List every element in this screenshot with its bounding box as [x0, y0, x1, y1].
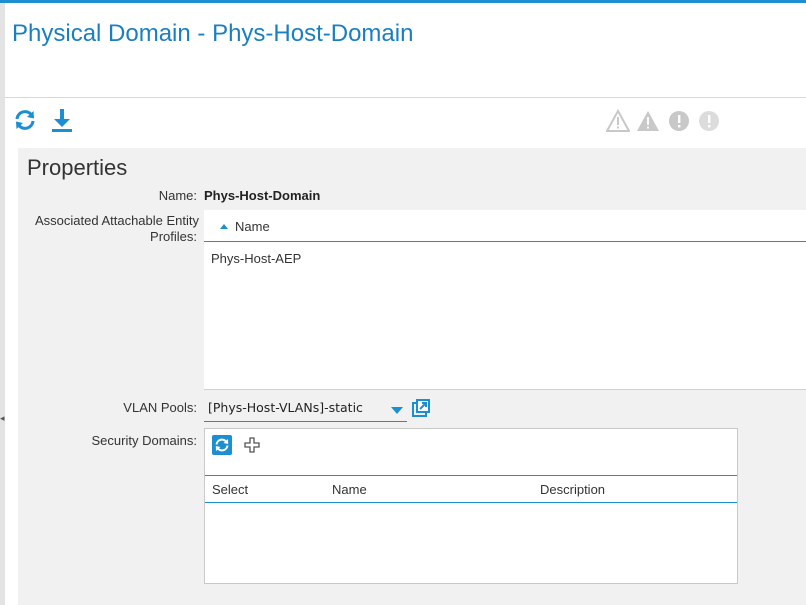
left-panel-edge[interactable]	[0, 3, 5, 605]
chevron-down-icon	[391, 407, 403, 414]
security-domains-table: Select Name Description	[204, 428, 738, 584]
aep-table: Name Phys-Host-AEP	[204, 210, 806, 390]
plus-icon	[244, 437, 260, 453]
refresh-icon	[215, 438, 229, 452]
refresh-icon	[15, 110, 35, 130]
security-table-header: Select Name Description	[205, 475, 737, 503]
aep-column-name[interactable]: Name	[235, 219, 270, 234]
column-header-name[interactable]: Name	[332, 482, 367, 497]
aep-label-line2: Profiles:	[150, 229, 197, 244]
security-add-button[interactable]	[243, 436, 261, 454]
column-header-select[interactable]: Select	[212, 482, 248, 497]
properties-title: Properties	[27, 155, 128, 180]
vlan-pools-select[interactable]: [Phys-Host-VLANs]-static	[204, 397, 407, 422]
security-domains-label: Security Domains:	[91, 433, 197, 448]
download-button[interactable]	[48, 106, 76, 134]
critical-fault-icon[interactable]	[605, 108, 631, 133]
refresh-button[interactable]	[11, 106, 39, 134]
minor-fault-icon[interactable]	[667, 109, 691, 133]
aep-table-header[interactable]: Name	[204, 210, 806, 242]
collapse-arrow-icon[interactable]: ◂	[0, 412, 5, 426]
top-accent-bar	[0, 0, 806, 3]
title-divider	[5, 97, 806, 98]
vlan-pools-open-button[interactable]	[411, 398, 431, 418]
name-label: Name:	[158, 188, 197, 203]
warning-fault-icon[interactable]	[697, 109, 721, 133]
security-refresh-button[interactable]	[212, 435, 232, 455]
column-header-description[interactable]: Description	[540, 482, 605, 497]
sort-ascending-icon	[220, 224, 228, 229]
name-value: Phys-Host-Domain	[204, 188, 321, 203]
download-icon	[52, 109, 72, 132]
aep-label-line1: Associated Attachable Entity	[34, 213, 199, 228]
vlan-pools-value: [Phys-Host-VLANs]-static	[208, 400, 363, 415]
open-in-window-icon	[412, 399, 430, 417]
page-title: Physical Domain - Phys-Host-Domain	[12, 20, 414, 47]
table-row[interactable]: Phys-Host-AEP	[211, 251, 301, 266]
major-fault-icon[interactable]	[636, 109, 660, 133]
vlan-pools-label: VLAN Pools:	[123, 400, 197, 415]
